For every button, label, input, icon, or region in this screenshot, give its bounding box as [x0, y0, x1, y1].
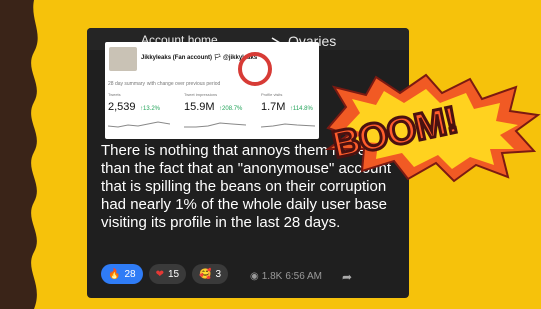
sparkline: [261, 123, 315, 128]
heart-icon: ❤: [155, 268, 164, 280]
reaction-heart-button[interactable]: ❤ 15: [148, 264, 187, 284]
metric-impressions: Tweet impressions 15.9M ↑208.7%: [184, 92, 242, 115]
reaction-count: 3: [215, 268, 222, 280]
sparkline: [108, 121, 170, 128]
reaction-fire-button[interactable]: 🔥 28: [101, 264, 143, 284]
summary-subtitle: with change over previous period: [146, 81, 221, 87]
metric-delta: ↑13.2%: [139, 106, 160, 112]
metric-value: 2,539: [108, 101, 136, 113]
metric-tweets: Tweets 2,539 ↑13.2%: [108, 92, 160, 115]
red-circle-annotation: [238, 52, 272, 86]
avatar: [109, 47, 137, 71]
reaction-count: 28: [124, 268, 136, 280]
fire-icon: 🔥: [108, 268, 121, 280]
view-count: 1.8K: [261, 271, 283, 282]
summary-heading: 28 day summary with change over previous…: [108, 80, 220, 87]
metric-value: 1.7M: [261, 101, 286, 113]
post-meta: ◉ 1.8K 6:56 AM: [250, 271, 322, 282]
sparkline: [184, 122, 246, 128]
post-time: 6:56 AM: [285, 271, 323, 282]
metric-value: 15.9M: [184, 101, 215, 113]
analytics-screenshot-card: Jikkyleaks (Fan account) 🏳 @jikkyleaks 2…: [105, 42, 319, 139]
metric-delta: ↑208.7%: [219, 106, 243, 112]
reaction-love-face-button[interactable]: 🥰 3: [192, 264, 229, 284]
summary-title: 28 day summary: [108, 81, 145, 87]
eye-icon: ◉: [250, 271, 259, 282]
metric-delta: ↑114.8%: [289, 106, 313, 112]
metric-profile-visits: Profile visits 1.7M ↑114.8%: [261, 92, 313, 115]
left-wave-border: [0, 0, 38, 309]
reactions-row: 🔥 28 ❤ 15 🥰 3: [101, 264, 229, 284]
reaction-count: 15: [167, 268, 180, 280]
love-face-icon: 🥰: [199, 268, 212, 280]
share-arrow-icon[interactable]: ➦: [342, 270, 352, 284]
